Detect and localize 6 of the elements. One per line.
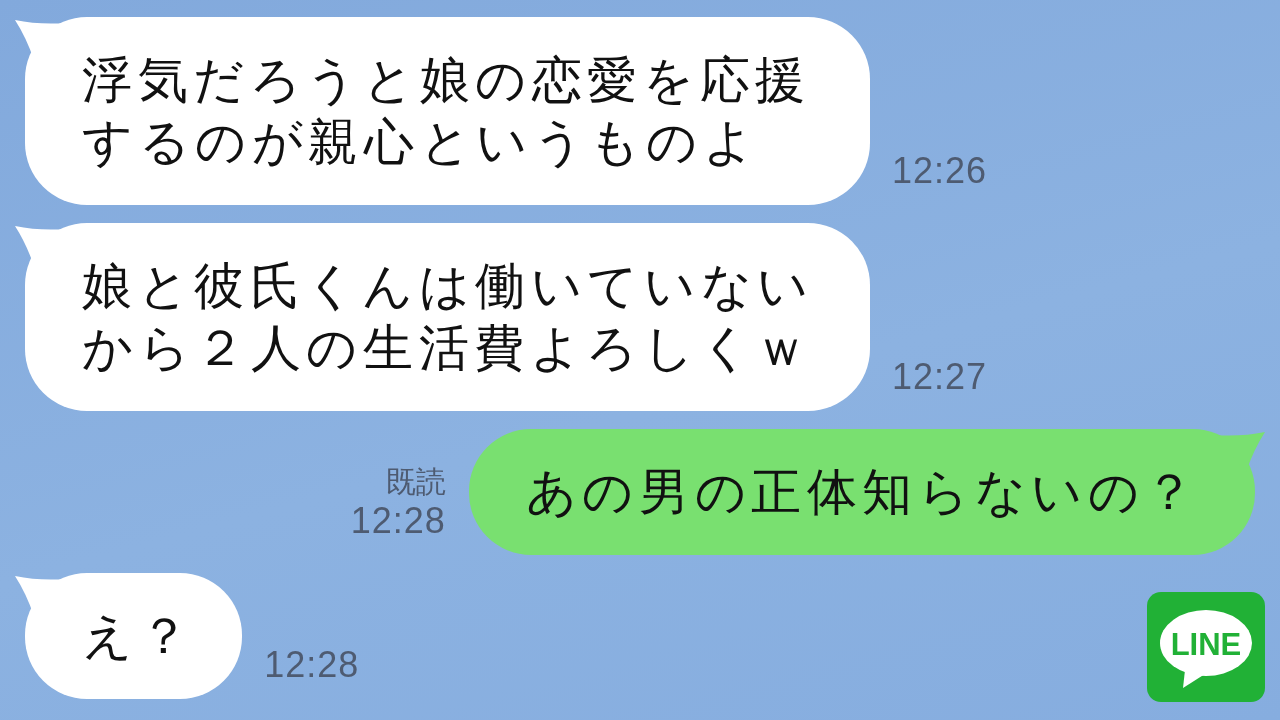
app-logo: LINE xyxy=(1147,592,1265,702)
message-time: 12:26 xyxy=(892,151,988,191)
message-time: 12:28 xyxy=(350,501,446,541)
message-time: 12:28 xyxy=(264,645,360,685)
read-receipt: 既読 xyxy=(385,463,446,501)
message-time: 12:27 xyxy=(892,357,988,397)
